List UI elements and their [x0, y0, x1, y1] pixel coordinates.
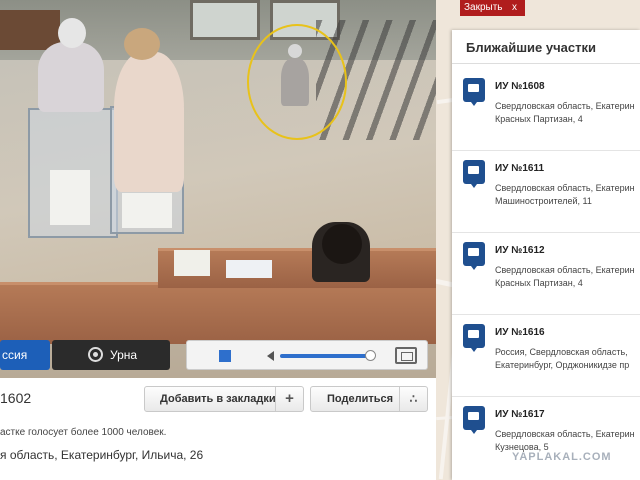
voter-figure	[38, 42, 104, 112]
address-line: Красных Партизан, 4	[495, 278, 583, 288]
station-address: Россия, Свердловская область, Екатеринбу…	[495, 346, 640, 372]
station-note: астке голосует более 1000 человек.	[0, 427, 167, 438]
voter-figure	[114, 52, 184, 192]
ballot-pin-icon	[463, 324, 485, 352]
station-name[interactable]: ИУ №1611	[495, 163, 544, 174]
share-button[interactable]: Поделиться ∴	[310, 386, 428, 412]
divider	[452, 232, 640, 233]
cabinet	[0, 10, 60, 50]
volume-icon[interactable]	[267, 351, 274, 361]
ballot-pin-icon	[463, 78, 485, 106]
tab-urn-label: Урна	[110, 348, 138, 362]
station-address: я область, Екатеринбург, Ильича, 26	[0, 448, 204, 462]
address-line: Россия, Свердловская область,	[495, 347, 628, 357]
station-list-item[interactable]: ИУ №1617 Свердловская область, Екатерин …	[452, 406, 640, 480]
video-feed[interactable]: ссия Урна	[0, 0, 436, 378]
commission-table	[0, 282, 436, 344]
station-name[interactable]: ИУ №1616	[495, 327, 545, 338]
divider	[452, 314, 640, 315]
station-title: 1602	[0, 390, 32, 406]
close-label: Закрыть	[464, 2, 503, 13]
station-name[interactable]: ИУ №1612	[495, 245, 545, 256]
volume-slider[interactable]	[280, 354, 374, 358]
station-list-item[interactable]: ИУ №1608 Свердловская область, Екатерин …	[452, 78, 640, 156]
ballot-box	[28, 108, 118, 238]
station-list-item[interactable]: ИУ №1612 Свердловская область, Екатерин …	[452, 242, 640, 320]
ballot-pin-icon	[463, 242, 485, 270]
camera-icon	[88, 347, 103, 362]
station-info: 1602 Добавить в закладки + Поделиться ∴ …	[0, 378, 436, 480]
share-icon[interactable]: ∴	[399, 387, 427, 411]
address-line: Машиностроителей, 11	[495, 196, 592, 206]
add-bookmark-label: Добавить в закладки	[160, 393, 276, 405]
close-button[interactable]: Закрыть x	[460, 0, 525, 16]
room-window	[190, 0, 260, 40]
volume-slider-handle[interactable]	[365, 350, 376, 361]
ballot-pin-icon	[463, 406, 485, 434]
voter-head	[58, 18, 86, 48]
nearest-stations-panel: Ближайшие участки ИУ №1608 Свердловская …	[452, 30, 640, 480]
station-name[interactable]: ИУ №1608	[495, 81, 545, 92]
address-line: Свердловская область, Екатерин	[495, 101, 635, 111]
add-bookmark-button[interactable]: Добавить в закладки +	[144, 386, 304, 412]
station-address: Свердловская область, Екатерин Красных П…	[495, 264, 640, 290]
station-list-item[interactable]: ИУ №1611 Свердловская область, Екатерин …	[452, 160, 640, 238]
tab-urn[interactable]: Урна	[52, 340, 170, 370]
tab-russia-label: ссия	[2, 348, 28, 362]
divider	[452, 63, 640, 64]
document-sheet	[174, 250, 210, 276]
tab-russia[interactable]: ссия	[0, 340, 50, 370]
address-line: Свердловская область, Екатерин	[495, 183, 635, 193]
plus-icon[interactable]: +	[275, 387, 303, 411]
divider	[452, 396, 640, 397]
watermark: YAPLAKAL.COM	[512, 451, 612, 463]
divider	[452, 150, 640, 151]
stop-button[interactable]	[219, 350, 231, 362]
station-name[interactable]: ИУ №1617	[495, 409, 545, 420]
commission-member-head	[322, 224, 362, 264]
close-icon: x	[512, 2, 517, 13]
voter-head	[124, 28, 160, 60]
panel-title: Ближайшие участки	[466, 40, 596, 55]
highlight-circle	[247, 24, 347, 140]
address-line: Красных Партизан, 4	[495, 114, 583, 124]
address-line: Свердловская область, Екатерин	[495, 265, 635, 275]
address-line: Екатеринбург, Орджоникидзе пр	[495, 360, 630, 370]
station-list-item[interactable]: ИУ №1616 Россия, Свердловская область, Е…	[452, 324, 640, 402]
share-label: Поделиться	[327, 393, 394, 405]
ballot-pin-icon	[463, 160, 485, 188]
station-address: Свердловская область, Екатерин Красных П…	[495, 100, 640, 126]
player-controls	[186, 340, 428, 370]
address-line: Свердловская область, Екатерин	[495, 429, 635, 439]
station-address: Свердловская область, Екатерин Машиностр…	[495, 182, 640, 208]
document-sheet	[226, 260, 272, 278]
fullscreen-button[interactable]	[395, 347, 417, 364]
